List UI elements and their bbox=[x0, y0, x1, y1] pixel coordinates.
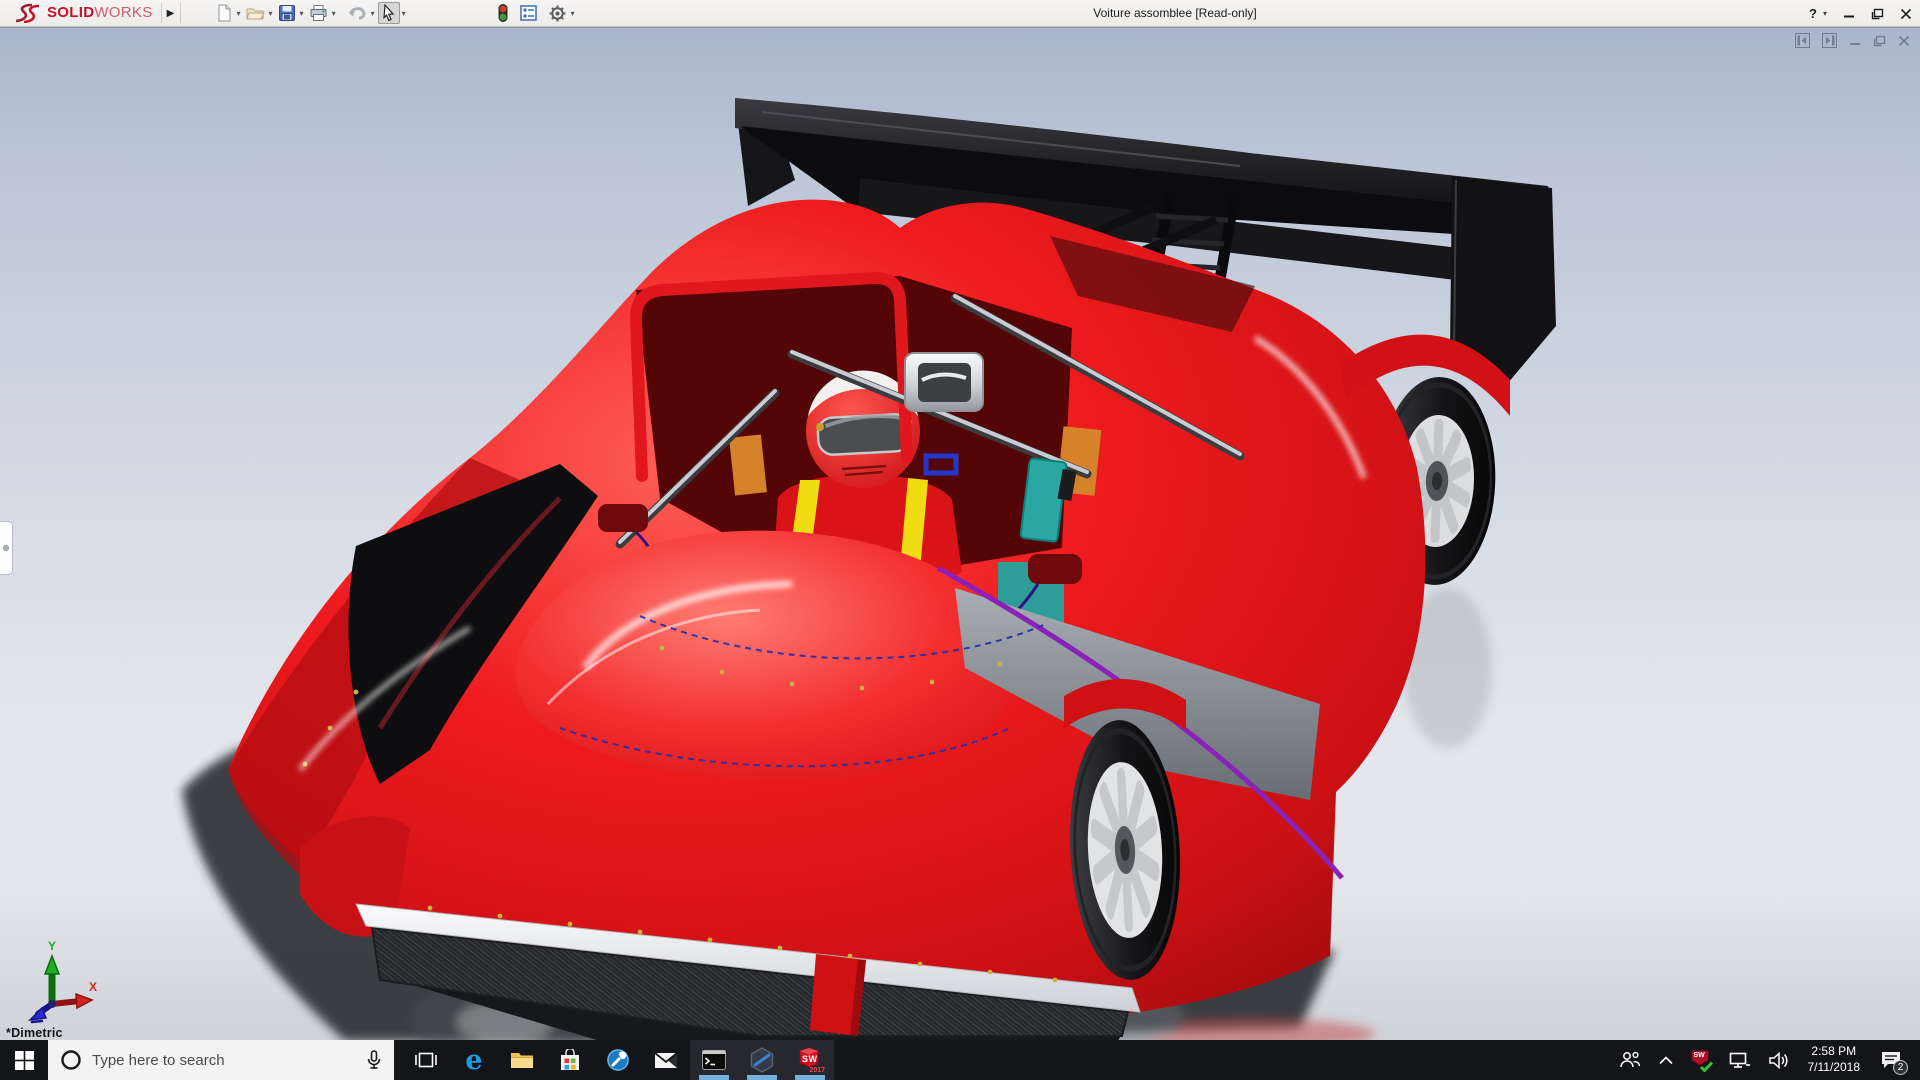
solidworks-logo: SOLIDWORKS bbox=[0, 0, 161, 26]
mail-button[interactable] bbox=[642, 1040, 690, 1080]
people-button[interactable] bbox=[1610, 1040, 1650, 1080]
help-button[interactable]: ? bbox=[1809, 7, 1817, 20]
action-center-button[interactable]: 2 bbox=[1870, 1040, 1916, 1080]
notification-badge: 2 bbox=[1893, 1060, 1908, 1075]
open-icon bbox=[246, 4, 265, 22]
speaker-icon bbox=[1769, 1052, 1789, 1069]
select-button[interactable] bbox=[378, 2, 400, 24]
menu-flyout-arrow[interactable]: ▶ bbox=[161, 3, 181, 23]
options-gear-icon bbox=[548, 4, 567, 23]
solidworks-app-window: SOLIDWORKS ▶ ▾ ▾ ▾ ▾ ▾ ▾ bbox=[0, 0, 1920, 1080]
close-button[interactable] bbox=[1900, 8, 1912, 20]
undo-button[interactable] bbox=[345, 2, 369, 24]
maximize-button[interactable] bbox=[1871, 8, 1884, 20]
select-cursor-icon bbox=[380, 4, 398, 22]
options-button[interactable] bbox=[546, 2, 569, 24]
edge-icon: e bbox=[465, 1047, 482, 1074]
print-icon bbox=[309, 4, 328, 22]
3d-model-canvas[interactable] bbox=[0, 28, 1920, 1040]
window-title: Voiture assomblee [Read-only] bbox=[1093, 6, 1256, 20]
doc-close-button[interactable] bbox=[1898, 35, 1910, 47]
save-caret[interactable]: ▾ bbox=[298, 9, 307, 18]
new-document-icon bbox=[215, 4, 233, 22]
microsoft-store-button[interactable] bbox=[546, 1040, 594, 1080]
help-caret[interactable]: ▾ bbox=[1823, 10, 1827, 18]
save-button[interactable] bbox=[276, 2, 298, 24]
file-properties-button[interactable] bbox=[517, 2, 540, 24]
feature-tab-dot bbox=[3, 545, 9, 551]
tray-overflow-button[interactable] bbox=[1650, 1040, 1682, 1080]
microphone-icon[interactable] bbox=[366, 1050, 382, 1070]
check-icon bbox=[1700, 1061, 1713, 1072]
new-document-button[interactable] bbox=[213, 2, 235, 24]
window-controls: ? ▾ bbox=[1809, 0, 1912, 27]
print-button[interactable] bbox=[307, 2, 330, 24]
taskbar-apps: e bbox=[402, 1040, 834, 1080]
clock-time: 2:58 PM bbox=[1808, 1044, 1861, 1060]
mail-icon bbox=[654, 1051, 678, 1070]
orientation-triad: Y X bbox=[12, 938, 98, 1024]
clock-date: 7/11/2018 bbox=[1808, 1060, 1861, 1076]
solidworks-app-year: 2017 bbox=[809, 1067, 825, 1074]
main-toolbar: ▾ ▾ ▾ ▾ ▾ ▾ bbox=[213, 0, 578, 26]
task-view-icon bbox=[415, 1050, 437, 1070]
start-button[interactable] bbox=[0, 1040, 48, 1080]
brand-solid: SOLID bbox=[47, 4, 94, 21]
file-explorer-icon bbox=[510, 1050, 534, 1070]
network-icon bbox=[1729, 1052, 1751, 1069]
solidworks-status-label: SW bbox=[1694, 1052, 1705, 1059]
open-caret[interactable]: ▾ bbox=[267, 9, 276, 18]
command-prompt-icon bbox=[702, 1050, 726, 1070]
system-tray: SW 2:58 PM 7/11/2018 2 bbox=[1610, 1040, 1920, 1080]
rebuild-stoplight-icon bbox=[497, 3, 509, 23]
next-pane-button[interactable] bbox=[1822, 33, 1837, 48]
taskbar-clock[interactable]: 2:58 PM 7/11/2018 bbox=[1798, 1044, 1871, 1075]
new-caret[interactable]: ▾ bbox=[235, 9, 244, 18]
windows-logo-icon bbox=[15, 1051, 34, 1070]
titlebar: SOLIDWORKS ▶ ▾ ▾ ▾ ▾ ▾ ▾ bbox=[0, 0, 1920, 27]
rebuild-button[interactable] bbox=[495, 2, 511, 24]
solidworks-app-label: SW bbox=[802, 1054, 818, 1064]
chevron-up-icon bbox=[1659, 1056, 1673, 1065]
file-explorer-button[interactable] bbox=[498, 1040, 546, 1080]
store-icon bbox=[559, 1049, 581, 1072]
file-properties-icon bbox=[519, 4, 538, 22]
network-button[interactable] bbox=[1720, 1040, 1760, 1080]
solidworks-status-button[interactable]: SW bbox=[1682, 1040, 1720, 1080]
solidworks-2017-button[interactable]: SW 2017 bbox=[786, 1040, 834, 1080]
settings-wrench-button[interactable] bbox=[594, 1040, 642, 1080]
undo-caret[interactable]: ▾ bbox=[369, 9, 378, 18]
open-button[interactable] bbox=[244, 2, 267, 24]
volume-button[interactable] bbox=[1760, 1040, 1798, 1080]
intake-box bbox=[905, 353, 983, 411]
taskbar-search[interactable] bbox=[48, 1040, 394, 1080]
doc-minimize-button[interactable] bbox=[1849, 35, 1861, 47]
feature-manager-tab[interactable] bbox=[0, 521, 13, 575]
undo-icon bbox=[347, 4, 367, 22]
triad-x-label: X bbox=[89, 980, 97, 994]
triad-y-label: Y bbox=[48, 939, 56, 953]
edge-button[interactable]: e bbox=[450, 1040, 498, 1080]
cortana-icon bbox=[60, 1049, 82, 1071]
previous-pane-button[interactable] bbox=[1795, 33, 1810, 48]
command-prompt-button[interactable] bbox=[690, 1040, 738, 1080]
print-caret[interactable]: ▾ bbox=[330, 9, 339, 18]
hexagon-app-icon bbox=[750, 1047, 774, 1073]
save-icon bbox=[278, 4, 296, 22]
brand-works: WORKS bbox=[94, 4, 152, 21]
options-caret[interactable]: ▾ bbox=[569, 9, 578, 18]
task-view-button[interactable] bbox=[402, 1040, 450, 1080]
select-caret[interactable]: ▾ bbox=[400, 9, 409, 18]
wrench-tool-icon bbox=[606, 1048, 630, 1072]
document-window-controls bbox=[1795, 33, 1910, 48]
search-input[interactable] bbox=[92, 1052, 356, 1069]
people-icon bbox=[1619, 1051, 1641, 1069]
doc-restore-button[interactable] bbox=[1873, 35, 1886, 47]
graphics-viewport[interactable]: Y X *Dimetric bbox=[0, 27, 1920, 1040]
solidworks-logo-icon bbox=[12, 3, 42, 23]
minimize-button[interactable] bbox=[1843, 8, 1855, 20]
windows-taskbar: e bbox=[0, 1040, 1920, 1080]
view-orientation-label: *Dimetric bbox=[6, 1026, 63, 1040]
hexagon-app-button[interactable] bbox=[738, 1040, 786, 1080]
